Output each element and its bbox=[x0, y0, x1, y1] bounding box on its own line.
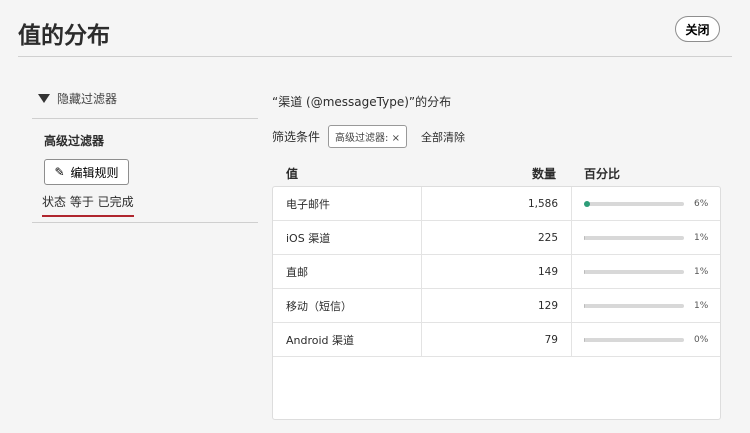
page-title: 值的分布 bbox=[18, 23, 110, 49]
cell-count: 129 bbox=[422, 289, 572, 322]
cell-percent: 1% bbox=[572, 221, 720, 254]
cell-count: 1,586 bbox=[422, 187, 572, 220]
cell-count: 79 bbox=[422, 323, 572, 356]
percent-bar-fill bbox=[584, 200, 590, 207]
percent-bar-fill bbox=[584, 303, 585, 308]
column-header-percent[interactable]: 百分比 bbox=[584, 165, 620, 182]
percent-bar-fill bbox=[584, 337, 585, 342]
percent-bar bbox=[584, 337, 684, 342]
cell-value: 直邮 bbox=[273, 255, 422, 288]
hide-filters-label: 隐藏过滤器 bbox=[57, 92, 118, 106]
table-row[interactable]: iOS 渠道 225 1% bbox=[273, 221, 720, 255]
filter-icon bbox=[38, 94, 50, 103]
divider bbox=[32, 222, 258, 223]
cell-value: iOS 渠道 bbox=[273, 221, 422, 254]
cell-value: 电子邮件 bbox=[273, 187, 422, 220]
edit-rules-label: 编辑规则 bbox=[70, 165, 119, 180]
filter-chip[interactable]: 高级过滤器: × bbox=[328, 125, 407, 148]
percent-bar-fill bbox=[584, 269, 585, 274]
distribution-title: “渠道 (@messageType)”的分布 bbox=[272, 95, 452, 109]
advanced-filters-heading: 高级过滤器 bbox=[44, 134, 105, 148]
divider bbox=[32, 118, 258, 119]
hide-filters-button[interactable]: 隐藏过滤器 bbox=[38, 90, 117, 107]
edit-rules-button[interactable]: ✎ 编辑规则 bbox=[44, 159, 129, 185]
percent-label: 6% bbox=[694, 198, 709, 209]
cell-value: Android 渠道 bbox=[273, 323, 422, 356]
filter-rule: 状态 等于 已完成 bbox=[42, 193, 134, 217]
percent-bar bbox=[584, 235, 684, 240]
clear-all-link[interactable]: 全部清除 bbox=[421, 129, 465, 145]
filter-label: 筛选条件 bbox=[272, 130, 321, 144]
pencil-icon: ✎ bbox=[54, 165, 65, 179]
divider bbox=[18, 56, 732, 57]
cell-value: 移动（短信） bbox=[273, 289, 422, 322]
column-header-count[interactable]: 数量 bbox=[532, 165, 556, 182]
percent-label: 1% bbox=[694, 266, 709, 277]
cell-percent: 1% bbox=[572, 255, 720, 288]
table-row[interactable]: Android 渠道 79 0% bbox=[273, 323, 720, 357]
column-header-value[interactable]: 值 bbox=[286, 165, 298, 182]
table-row[interactable]: 直邮 149 1% bbox=[273, 255, 720, 289]
cell-percent: 1% bbox=[572, 289, 720, 322]
close-button[interactable]: 关闭 bbox=[675, 16, 720, 42]
cell-count: 225 bbox=[422, 221, 572, 254]
percent-bar bbox=[584, 200, 684, 207]
distribution-table: 电子邮件 1,586 6% iOS 渠道 225 1% 直邮 149 1% 移动（短信） 129 1%… bbox=[272, 186, 721, 420]
table-row[interactable]: 电子邮件 1,586 6% bbox=[273, 187, 720, 221]
cell-percent: 6% bbox=[572, 187, 720, 220]
percent-label: 0% bbox=[694, 334, 709, 345]
cell-percent: 0% bbox=[572, 323, 720, 356]
filter-row: 筛选条件 高级过滤器: × 全部清除 bbox=[272, 125, 465, 148]
percent-bar bbox=[584, 303, 684, 308]
cell-count: 149 bbox=[422, 255, 572, 288]
percent-bar bbox=[584, 269, 684, 274]
percent-label: 1% bbox=[694, 232, 709, 243]
table-row[interactable]: 移动（短信） 129 1% bbox=[273, 289, 720, 323]
percent-bar-fill bbox=[584, 235, 585, 240]
percent-label: 1% bbox=[694, 300, 709, 311]
